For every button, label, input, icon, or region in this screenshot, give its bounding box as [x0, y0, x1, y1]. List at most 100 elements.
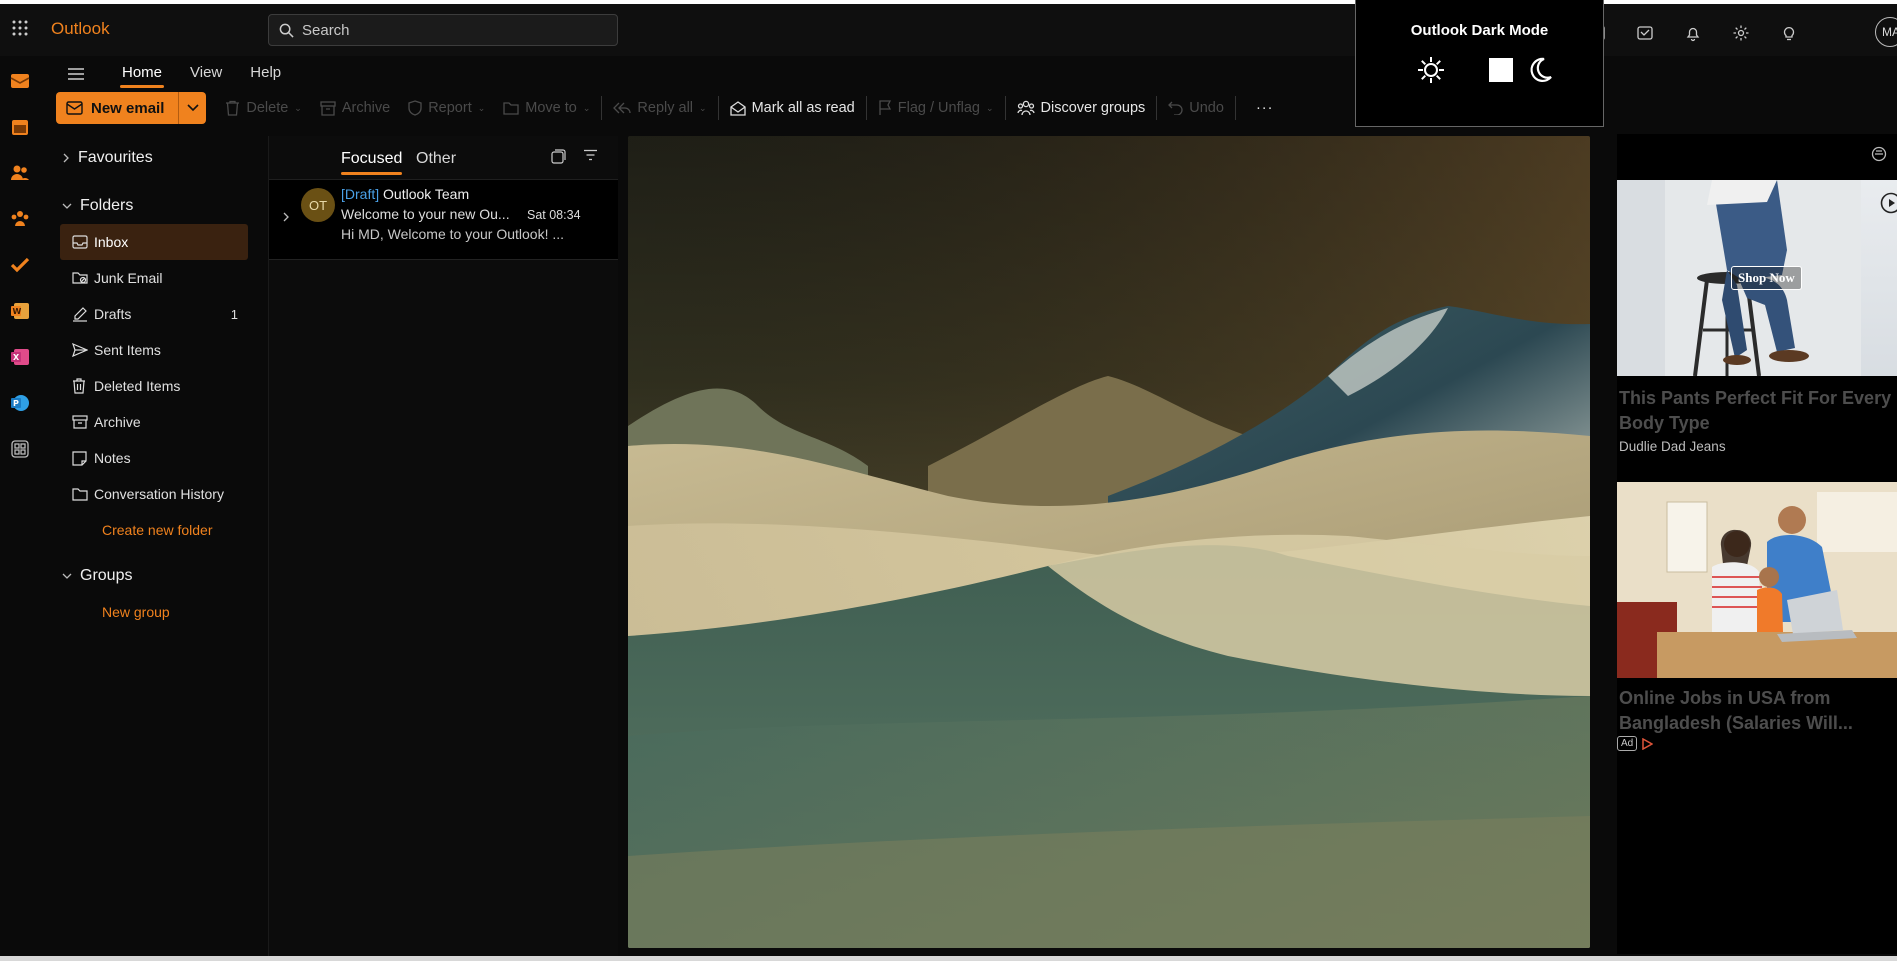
calendar-app-icon[interactable]: [0, 104, 40, 150]
folder-sent-items[interactable]: Sent Items: [60, 332, 248, 368]
undo-icon: [1168, 101, 1183, 115]
draft-tag: [Draft]: [341, 186, 380, 202]
ad-title-line[interactable]: Online Jobs in USA from: [1619, 686, 1897, 711]
tab-other[interactable]: Other: [416, 150, 456, 168]
reply-all-button[interactable]: Reply all ⌄: [604, 92, 715, 124]
ad-sponsor[interactable]: Dudlie Dad Jeans: [1619, 439, 1726, 454]
envelope-open-icon: [729, 100, 746, 116]
tab-focused[interactable]: Focused: [341, 150, 403, 175]
undo-button[interactable]: Undo: [1159, 92, 1233, 124]
ad-badge[interactable]: Ad: [1617, 736, 1654, 751]
select-icon[interactable]: [551, 149, 566, 164]
app-rail: W X P: [0, 56, 40, 961]
archive-label: Archive: [341, 100, 391, 116]
folder-label: Sent Items: [94, 342, 161, 358]
archive-button[interactable]: Archive: [311, 92, 399, 124]
bottom-scrollbar[interactable]: [0, 956, 1897, 961]
message-time: Sat 08:34: [527, 208, 581, 222]
sender-avatar: OT: [301, 188, 335, 222]
folder-deleted-items[interactable]: Deleted Items: [60, 368, 248, 404]
move-to-button[interactable]: Move to ⌄: [494, 92, 599, 124]
gear-icon[interactable]: [1717, 19, 1765, 47]
excel-app-icon[interactable]: X: [0, 334, 40, 380]
flag-icon: [879, 100, 891, 115]
filter-icon[interactable]: [583, 149, 598, 161]
flag-unflag-label: Flag / Unflag: [897, 100, 980, 116]
folder-notes[interactable]: Notes: [60, 440, 248, 476]
tab-view[interactable]: View: [176, 58, 236, 88]
folder-archive[interactable]: Archive: [60, 404, 248, 440]
folder-label: Conversation History: [94, 486, 224, 502]
top-bar: Outlook MA: [0, 0, 1897, 56]
delete-button[interactable]: Delete ⌄: [216, 92, 310, 124]
message-list: Focused Other OT [Draft] Outlook Team We…: [268, 136, 618, 956]
message-sender-line: [Draft] Outlook Team: [341, 186, 469, 202]
shop-now-button[interactable]: Shop Now: [1731, 266, 1802, 290]
folders-header[interactable]: Folders: [46, 188, 266, 224]
lightbulb-icon[interactable]: [1765, 19, 1813, 47]
dark-mode-title: Outlook Dark Mode: [1410, 22, 1549, 39]
ad-panel: Shop Now This Pants Perfect Fit For Ever…: [1617, 134, 1897, 954]
adchoices-icon[interactable]: [1641, 737, 1654, 750]
ad-title-line[interactable]: This Pants Perfect Fit For Every: [1619, 386, 1897, 411]
ad-image-family-laptop[interactable]: [1617, 482, 1897, 678]
user-avatar[interactable]: MA: [1875, 17, 1897, 47]
inbox-icon: [72, 235, 88, 249]
hamburger-menu-icon[interactable]: [62, 60, 90, 88]
new-group-link[interactable]: New group: [60, 594, 248, 630]
favourites-header[interactable]: Favourites: [46, 140, 266, 176]
new-email-dropdown[interactable]: [178, 92, 207, 124]
bell-icon[interactable]: [1669, 19, 1717, 47]
folder-conversation-history[interactable]: Conversation History: [60, 476, 248, 512]
ad-title-line[interactable]: Bangladesh (Salaries Will...: [1619, 711, 1897, 736]
message-subject: Welcome to your new Ou...: [341, 206, 510, 222]
more-apps-icon[interactable]: [0, 426, 40, 472]
message-row[interactable]: OT [Draft] Outlook Team Welcome to your …: [269, 180, 618, 260]
todo-app-icon[interactable]: [0, 242, 40, 288]
shield-icon: [408, 100, 422, 116]
groups-header[interactable]: Groups: [46, 558, 266, 594]
report-button[interactable]: Report ⌄: [399, 92, 494, 124]
brand-name[interactable]: Outlook: [51, 19, 110, 39]
planner-icon[interactable]: [1621, 19, 1669, 47]
chevron-down-icon: [62, 573, 72, 579]
svg-text:W: W: [13, 307, 22, 316]
mark-all-read-button[interactable]: Mark all as read: [721, 92, 864, 124]
tab-help[interactable]: Help: [236, 58, 295, 88]
search-box[interactable]: [268, 14, 618, 46]
search-input[interactable]: [302, 21, 602, 39]
drafts-icon: [73, 306, 87, 322]
trash-icon: [226, 100, 240, 116]
message-list-header: Focused Other: [269, 136, 618, 180]
folder-inbox[interactable]: Inbox: [60, 224, 248, 260]
dark-mode-toggle[interactable]: [1456, 55, 1516, 85]
people-app-icon[interactable]: [0, 150, 40, 196]
ad-image-jeans[interactable]: Shop Now: [1617, 180, 1897, 376]
play-icon[interactable]: [1880, 192, 1897, 214]
powerpoint-app-icon[interactable]: P: [0, 380, 40, 426]
ad-title-line[interactable]: Body Type: [1619, 411, 1897, 436]
app-launcher-icon[interactable]: [6, 14, 34, 42]
new-email-button[interactable]: New email: [56, 92, 179, 124]
flag-unflag-button[interactable]: Flag / Unflag ⌄: [869, 92, 1003, 124]
folder-junk-email[interactable]: Junk Email: [60, 260, 248, 296]
chevron-right-icon[interactable]: [283, 212, 290, 222]
groups-app-icon[interactable]: [0, 196, 40, 242]
delete-label: Delete: [246, 100, 289, 116]
word-app-icon[interactable]: W: [0, 288, 40, 334]
more-options-button[interactable]: ···: [1238, 92, 1292, 124]
create-new-folder-link[interactable]: Create new folder: [60, 512, 248, 548]
message-preview: Hi MD, Welcome to your Outlook! ...: [341, 226, 565, 242]
ad-options-icon[interactable]: [1871, 146, 1887, 162]
sun-icon: [1416, 55, 1446, 85]
reading-pane-background-image: [628, 136, 1590, 948]
message-sender: Outlook Team: [383, 186, 470, 202]
folder-label: Notes: [94, 450, 131, 466]
folder-label: Drafts: [94, 306, 132, 322]
undo-label: Undo: [1189, 100, 1224, 116]
discover-groups-button[interactable]: Discover groups: [1008, 92, 1155, 124]
tab-home[interactable]: Home: [108, 58, 176, 88]
folder-drafts[interactable]: Drafts 1: [60, 296, 248, 332]
mail-app-icon[interactable]: [0, 58, 40, 104]
dark-mode-panel: Outlook Dark Mode: [1355, 0, 1604, 127]
